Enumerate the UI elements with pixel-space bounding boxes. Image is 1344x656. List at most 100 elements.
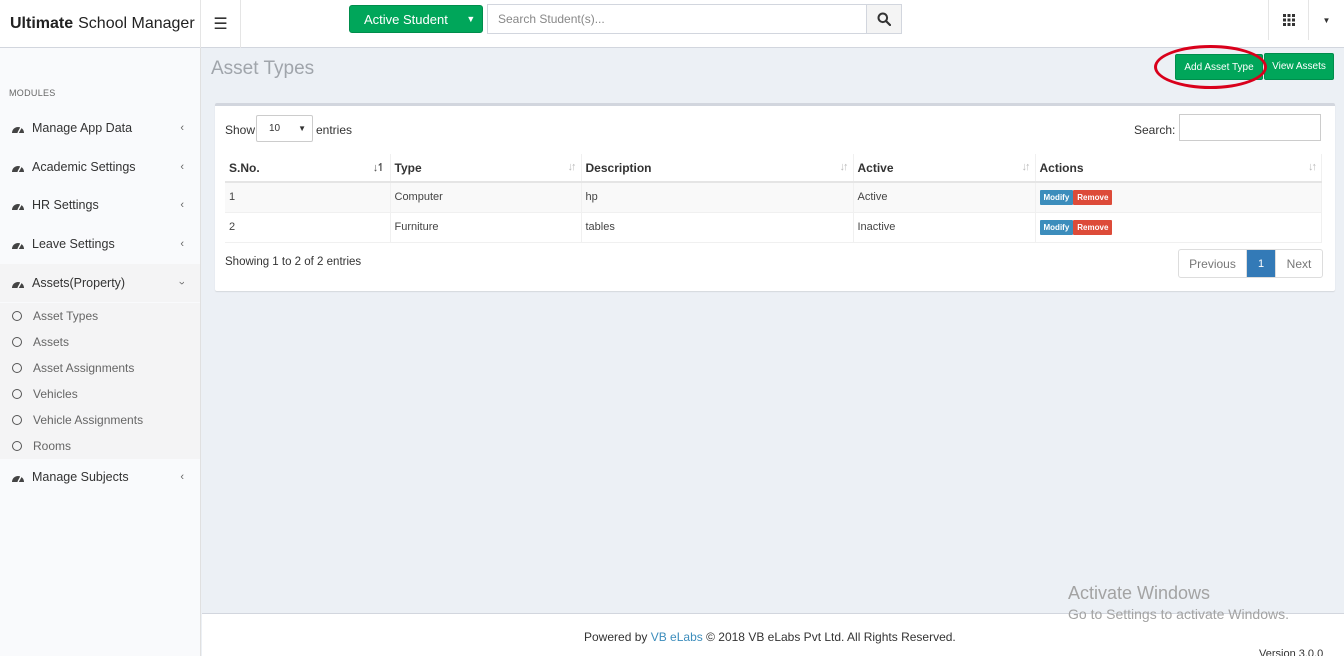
add-asset-type-button[interactable]: Add Asset Type	[1175, 54, 1263, 80]
modify-button[interactable]: Modify	[1039, 189, 1074, 205]
caret-down-icon[interactable]: ▼	[460, 6, 482, 32]
sort-icon: ↓↑	[1021, 161, 1031, 173]
submenu-item-label: Asset Types	[33, 309, 99, 323]
dashboard-icon	[11, 122, 25, 134]
student-search-field[interactable]	[487, 4, 867, 34]
submenu-item-label: Asset Assignments	[33, 361, 135, 375]
cell-description: tables	[581, 212, 854, 243]
vb-elabs-link[interactable]: VB eLabs	[651, 630, 703, 644]
app-brand[interactable]: Ultimate School Manager	[0, 0, 201, 48]
cell-type: Furniture	[390, 212, 582, 243]
column-header-active[interactable]: Active ↓↑	[853, 154, 1036, 183]
table-row: 1 Computer hp Active Modify Remove	[225, 182, 1322, 213]
cell-active: Active	[853, 182, 1036, 213]
sort-icon: ↓↑	[1308, 161, 1317, 173]
sidebar-item-leave-settings[interactable]: Leave Settings ‹	[0, 225, 200, 263]
submenu-item-label: Vehicles	[33, 387, 78, 401]
column-header-actions[interactable]: Actions ↓↑	[1035, 154, 1322, 183]
remove-button[interactable]: Remove	[1073, 219, 1113, 235]
circle-icon	[12, 311, 22, 321]
submenu-item-asset-types[interactable]: Asset Types	[12, 306, 98, 326]
caret-down-icon: ▼	[1322, 15, 1331, 25]
remove-button[interactable]: Remove	[1073, 189, 1113, 205]
sort-icon: ↓↑	[839, 161, 849, 173]
circle-icon	[12, 441, 22, 451]
chevron-down-icon: ‹	[176, 281, 189, 285]
submenu-item-asset-assignments[interactable]: Asset Assignments	[12, 358, 134, 378]
user-menu-button[interactable]: ▼	[1308, 0, 1344, 40]
cell-description: hp	[581, 182, 854, 213]
circle-icon	[12, 363, 22, 373]
sort-icon: ↓↑	[567, 161, 577, 173]
column-header-description[interactable]: Description ↓↑	[581, 154, 854, 183]
entries-length-select[interactable]: 10 ▼	[256, 115, 313, 142]
modify-button[interactable]: Modify	[1039, 219, 1074, 235]
table-search-label: Search:	[1134, 123, 1176, 137]
search-icon	[877, 12, 891, 26]
chevron-left-icon: ‹	[180, 238, 184, 250]
page-title: Asset Types	[211, 58, 315, 79]
submenu-item-vehicle-assignments[interactable]: Vehicle Assignments	[12, 410, 143, 430]
asset-types-table: S.No. ↓↿ Type ↓↑ Description ↓↑ Active ↓↑ Ac…	[225, 154, 1322, 243]
column-header-type[interactable]: Type ↓↑	[390, 154, 582, 183]
caret-down-icon: ▼	[298, 124, 306, 133]
sidebar-item-label: Leave Settings	[32, 237, 115, 251]
sort-asc-icon: ↓↿	[372, 162, 386, 174]
submenu-item-assets[interactable]: Assets	[12, 332, 69, 352]
table-search-input[interactable]	[1179, 114, 1321, 141]
active-student-dropdown[interactable]: Active Student ▼	[349, 5, 483, 33]
circle-icon	[12, 337, 22, 347]
table-info: Showing 1 to 2 of 2 entries	[225, 256, 362, 268]
chevron-left-icon: ‹	[180, 122, 184, 134]
page-1-button[interactable]: 1	[1247, 250, 1276, 277]
submenu-item-label: Assets	[33, 335, 70, 349]
next-page-button[interactable]: Next	[1276, 250, 1322, 277]
cell-sno: 1	[225, 182, 391, 213]
sidebar-toggle-button[interactable]: ☰	[201, 0, 241, 48]
show-label: Show	[225, 123, 256, 137]
dashboard-icon	[11, 277, 25, 289]
view-assets-button[interactable]: View Assets	[1264, 53, 1334, 80]
assets-submenu: Asset Types Assets Asset Assignments Veh…	[0, 303, 200, 459]
submenu-item-label: Rooms	[33, 439, 72, 453]
sidebar-item-label: Manage Subjects	[32, 470, 129, 484]
cell-sno: 2	[225, 212, 391, 243]
sidebar-item-academic-settings[interactable]: Academic Settings ‹	[0, 148, 200, 186]
submenu-item-rooms[interactable]: Rooms	[12, 436, 71, 456]
submenu-item-vehicles[interactable]: Vehicles	[12, 384, 78, 404]
chevron-left-icon: ‹	[180, 161, 184, 173]
column-header-sno[interactable]: S.No. ↓↿	[225, 154, 391, 183]
version-label: Version 3.0.0	[1259, 648, 1324, 656]
hamburger-icon: ☰	[213, 16, 228, 33]
brand-rest: School Manager	[78, 15, 195, 32]
sidebar: MODULES Manage App Data ‹ Academic Setti…	[0, 48, 201, 656]
chevron-left-icon: ‹	[180, 199, 184, 211]
cell-actions: Modify Remove	[1035, 212, 1322, 243]
cell-actions: Modify Remove	[1035, 182, 1322, 213]
cell-type: Computer	[390, 182, 582, 213]
table-row: 2 Furniture tables Inactive Modify Remove	[225, 212, 1322, 243]
sidebar-item-label: HR Settings	[32, 198, 99, 212]
entries-length-value: 10	[269, 123, 281, 134]
sidebar-item-label: Manage App Data	[32, 121, 133, 135]
apps-menu-button[interactable]	[1268, 0, 1308, 40]
entries-label: entries	[316, 123, 353, 137]
circle-icon	[12, 389, 22, 399]
student-search-button[interactable]	[866, 4, 902, 34]
cell-active: Inactive	[853, 212, 1036, 243]
sidebar-item-manage-app-data[interactable]: Manage App Data ‹	[0, 109, 200, 147]
watermark-line1: Activate Windows	[1068, 583, 1211, 603]
student-search-input[interactable]	[488, 5, 866, 33]
sidebar-item-manage-subjects[interactable]: Manage Subjects ‹	[0, 458, 200, 496]
brand-bold: Ultimate	[10, 15, 74, 32]
dashboard-icon	[11, 161, 25, 173]
sidebar-item-hr-settings[interactable]: HR Settings ‹	[0, 186, 200, 224]
previous-page-button[interactable]: Previous	[1179, 250, 1247, 277]
submenu-item-label: Vehicle Assignments	[33, 413, 144, 427]
sidebar-item-assets-property[interactable]: Assets(Property) ‹	[0, 264, 200, 302]
watermark-line2: Go to Settings to activate Windows.	[1068, 606, 1289, 622]
windows-activation-watermark: Activate Windows Go to Settings to activ…	[1068, 583, 1289, 622]
asset-types-box: Show 10 ▼ entries Search: S.No. ↓↿ Type ↓↑…	[215, 103, 1335, 291]
top-navbar: Ultimate School Manager ☰ Active Student…	[0, 0, 1344, 48]
footer-text: Powered by VB eLabs © 2018 VB eLabs Pvt …	[584, 630, 956, 644]
